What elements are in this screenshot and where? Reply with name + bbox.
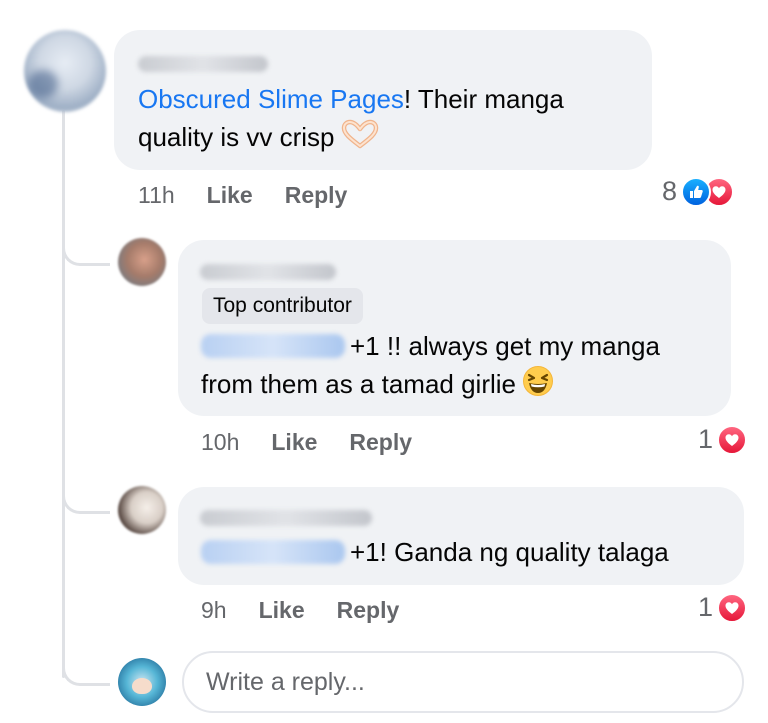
avatar — [118, 658, 166, 706]
commenter-name-blurred[interactable] — [200, 510, 372, 526]
reaction-summary[interactable]: 1 — [698, 592, 748, 623]
reply-button[interactable]: Reply — [337, 595, 400, 625]
reaction-count: 1 — [698, 424, 714, 454]
reaction-count: 8 — [662, 176, 678, 206]
commenter-name-blurred[interactable] — [138, 56, 268, 72]
avatar[interactable] — [118, 238, 166, 286]
reply-input[interactable] — [184, 653, 742, 711]
comment-meta: 10h Like Reply — [201, 427, 412, 457]
comment-meta: 11h Like Reply — [138, 180, 347, 210]
thread-branch — [62, 656, 110, 686]
comment-time[interactable]: 11h — [138, 180, 175, 210]
mention-blurred[interactable] — [201, 540, 345, 564]
reaction-count: 1 — [698, 592, 714, 622]
like-icon — [681, 176, 712, 207]
avatar[interactable] — [24, 30, 106, 112]
like-button[interactable]: Like — [207, 180, 253, 210]
comment-text: quality is vv crisp — [138, 118, 379, 159]
reply-box[interactable] — [182, 651, 744, 713]
comment-time[interactable]: 10h — [201, 427, 239, 457]
reaction-summary[interactable]: 1 — [698, 424, 748, 455]
avatar[interactable] — [118, 486, 166, 534]
comment-text: Obscured Slime Pages! Their manga — [138, 84, 564, 114]
like-button[interactable]: Like — [259, 595, 305, 625]
reply-button[interactable]: Reply — [349, 427, 412, 457]
like-button[interactable]: Like — [271, 427, 317, 457]
thread-line — [62, 110, 65, 678]
thread-branch — [62, 236, 110, 266]
grinning-squinting-emoji — [522, 365, 554, 407]
reply-button[interactable]: Reply — [285, 180, 348, 210]
commenter-name-blurred[interactable] — [200, 264, 336, 280]
love-icon — [717, 592, 748, 623]
mention-blurred[interactable] — [201, 334, 345, 358]
comment-time[interactable]: 9h — [201, 595, 227, 625]
reaction-summary[interactable]: 8 — [662, 176, 735, 207]
comment-text: +1 !! always get my manga — [350, 331, 660, 361]
heart-hands-emoji — [341, 119, 379, 159]
page-link[interactable]: Obscured Slime Pages — [138, 84, 404, 114]
comment-meta: 9h Like Reply — [201, 595, 399, 625]
comment-text: from them as a tamad girlie — [201, 365, 554, 407]
top-contributor-badge[interactable]: Top contributor — [202, 288, 363, 324]
thread-branch — [62, 484, 110, 514]
comment-text: +1! Ganda ng quality talaga — [350, 537, 669, 567]
love-icon — [717, 424, 748, 455]
